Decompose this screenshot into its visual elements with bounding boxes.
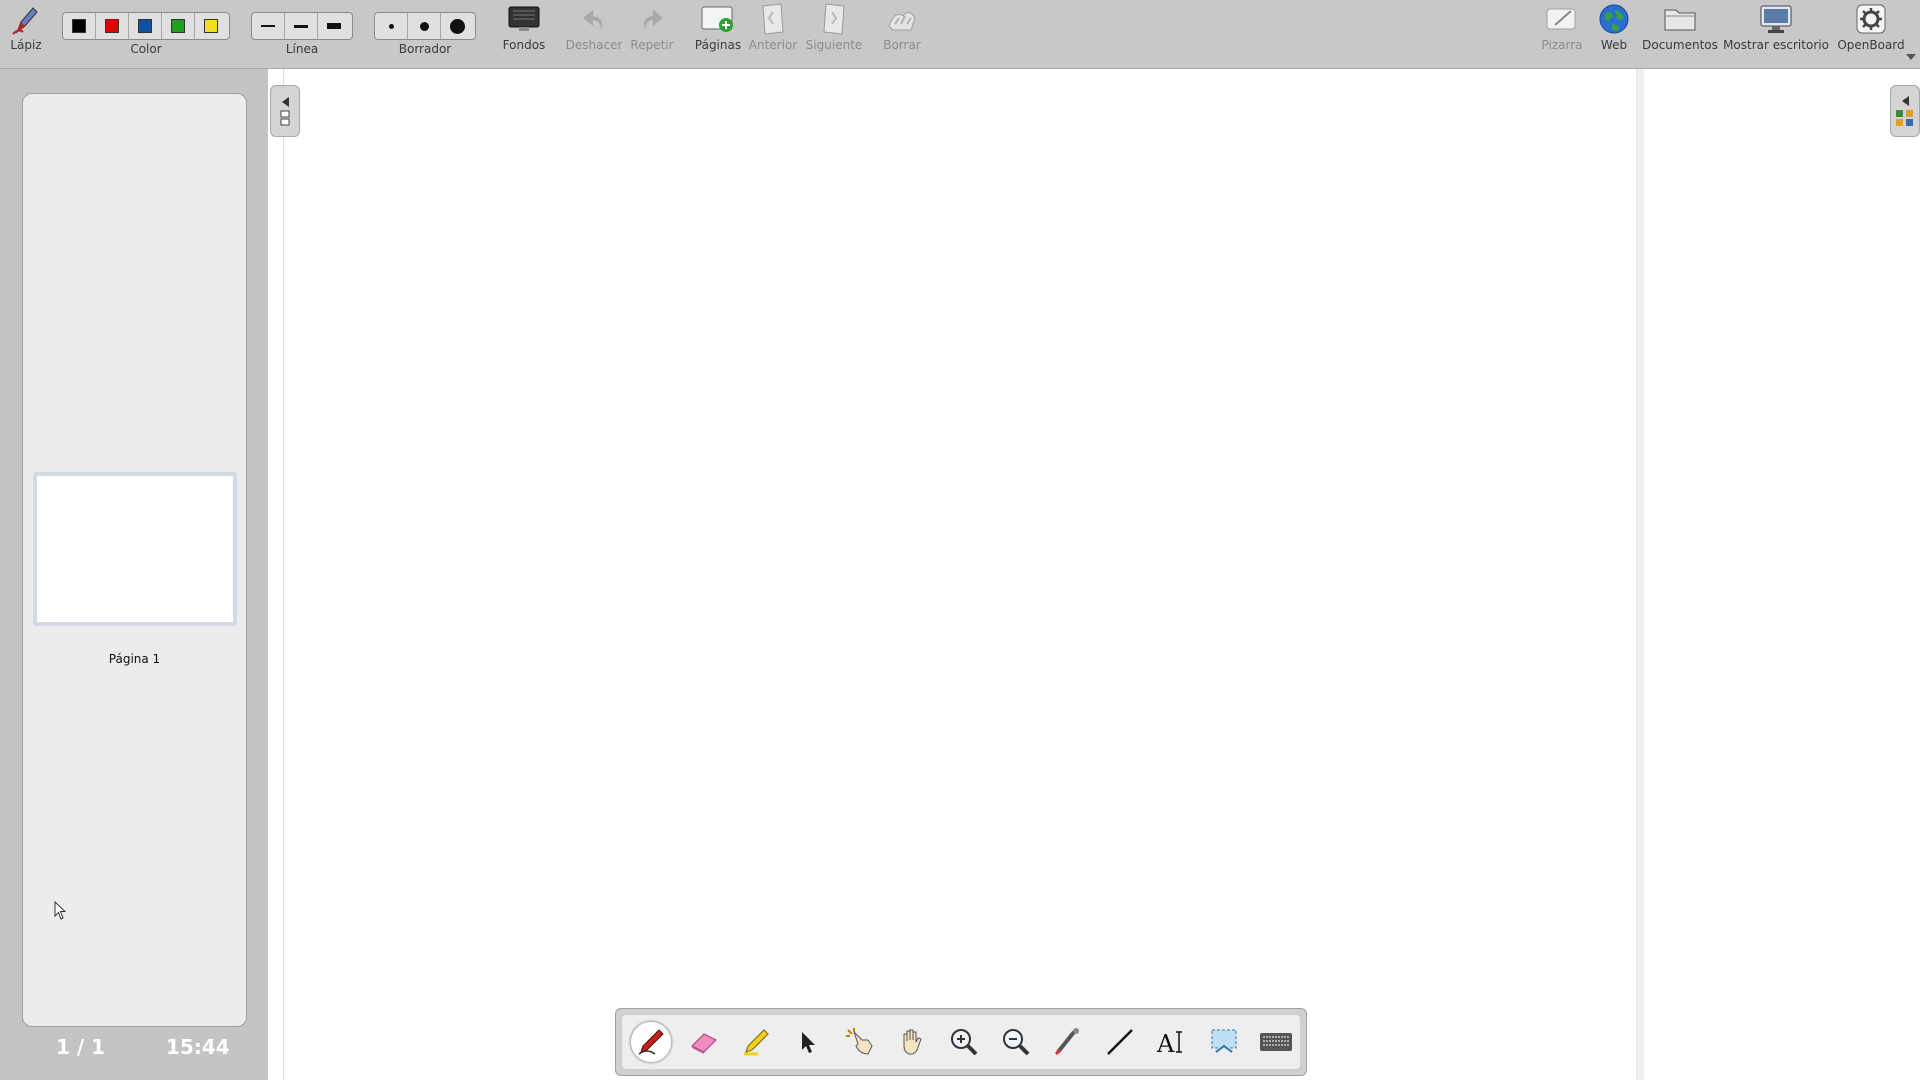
interact-tool[interactable] [840,1022,880,1062]
stylus-palette: A [615,1008,1307,1076]
eraser-large[interactable] [441,13,473,39]
pages-button[interactable]: Páginas [690,0,746,64]
pen-icon [638,1029,664,1055]
collapse-pages-tab[interactable] [270,85,300,137]
clock: 15:44 [166,1035,230,1059]
page-thumbnail[interactable] [33,472,237,626]
text-icon: A [1156,1030,1182,1058]
redo-button[interactable]: Repetir [626,0,678,64]
library-tab[interactable] [1890,85,1920,137]
page-thumbnail-label: Página 1 [108,652,161,666]
desktop-icon [1758,0,1794,38]
gear-icon [1854,0,1888,38]
board-margin [268,69,284,1080]
screen-capture-icon [1211,1029,1237,1053]
pages-icon [280,110,290,125]
pen-button[interactable]: Lápiz [4,0,48,64]
line-tool[interactable] [1100,1022,1140,1062]
undo-button[interactable]: Deshacer [564,0,624,64]
line-thick[interactable] [318,13,350,39]
color-red[interactable] [96,13,129,39]
whiteboard-canvas[interactable] [284,69,1636,1080]
eraser-small[interactable] [375,13,408,39]
clear-icon [885,0,919,38]
board-mode-button[interactable]: Pizarra [1534,0,1590,64]
keyboard-icon [1260,1033,1292,1051]
folder-icon [1662,0,1698,38]
color-blue[interactable] [129,13,162,39]
line-width-group: Línea [251,0,353,56]
show-desktop-button[interactable]: Mostrar escritorio [1722,0,1830,64]
hand-icon [903,1029,922,1055]
selector-tool[interactable] [788,1022,828,1062]
backgrounds-icon [507,0,541,38]
previous-page-button[interactable]: Anterior [746,0,800,64]
page-sidebar: Página 1 1 / 1 15:44 [0,69,268,1080]
laser-pointer-icon [1054,1028,1079,1056]
eraser-size-group: Borrador [374,0,476,56]
zoom-in-tool[interactable] [944,1022,984,1062]
text-tool[interactable]: A [1152,1022,1192,1062]
zoom-in-icon [951,1029,978,1056]
globe-icon [1597,0,1631,38]
color-black[interactable] [63,13,96,39]
clear-page-button[interactable]: Borrar [876,0,928,64]
expand-arrow-icon [1901,95,1909,106]
color-yellow[interactable] [195,13,227,39]
backgrounds-button[interactable]: Fondos [498,0,550,64]
openboard-menu-button[interactable]: OpenBoard [1834,0,1908,64]
library-icon [1896,109,1913,126]
zoom-out-icon [1003,1029,1030,1056]
redo-icon [637,0,667,38]
pointing-hand-icon [846,1028,873,1055]
line-icon [1107,1029,1133,1055]
eraser-tool[interactable] [684,1022,724,1062]
page-counter: 1 / 1 [56,1035,106,1059]
highlighter-tool[interactable] [736,1022,776,1062]
eraser-icon [691,1033,717,1054]
zoom-out-tool[interactable] [996,1022,1036,1062]
next-page-button[interactable]: Siguiente [802,0,866,64]
web-mode-button[interactable]: Web [1592,0,1636,64]
laser-pointer-tool[interactable] [1048,1022,1088,1062]
undo-icon [579,0,609,38]
right-area [1644,69,1920,1080]
main-toolbar: Lápiz Color Línea Borrador Fondos Deshac… [0,0,1920,69]
collapse-arrow-icon [281,96,289,107]
previous-page-icon [759,0,787,38]
keyboard-tool[interactable] [1256,1022,1296,1062]
eraser-medium[interactable] [408,13,441,39]
capture-tool[interactable] [1204,1022,1244,1062]
pen-tool[interactable] [630,1021,672,1063]
documents-mode-button[interactable]: Documentos [1640,0,1720,64]
add-page-icon [700,0,736,38]
board-icon [1545,0,1579,38]
line-thin[interactable] [252,13,285,39]
dropdown-arrow-icon [1906,54,1916,60]
mouse-cursor-icon [54,901,67,920]
color-group: Color [62,0,230,56]
svg-text:A: A [1156,1030,1175,1058]
hand-tool[interactable] [892,1022,932,1062]
highlighter-icon [744,1029,769,1056]
page-thumbnail-panel[interactable]: Página 1 [22,93,247,1027]
color-green[interactable] [162,13,195,39]
next-page-icon [820,0,848,38]
selector-arrow-icon [802,1032,815,1053]
pen-icon [9,0,43,38]
line-medium[interactable] [285,13,318,39]
